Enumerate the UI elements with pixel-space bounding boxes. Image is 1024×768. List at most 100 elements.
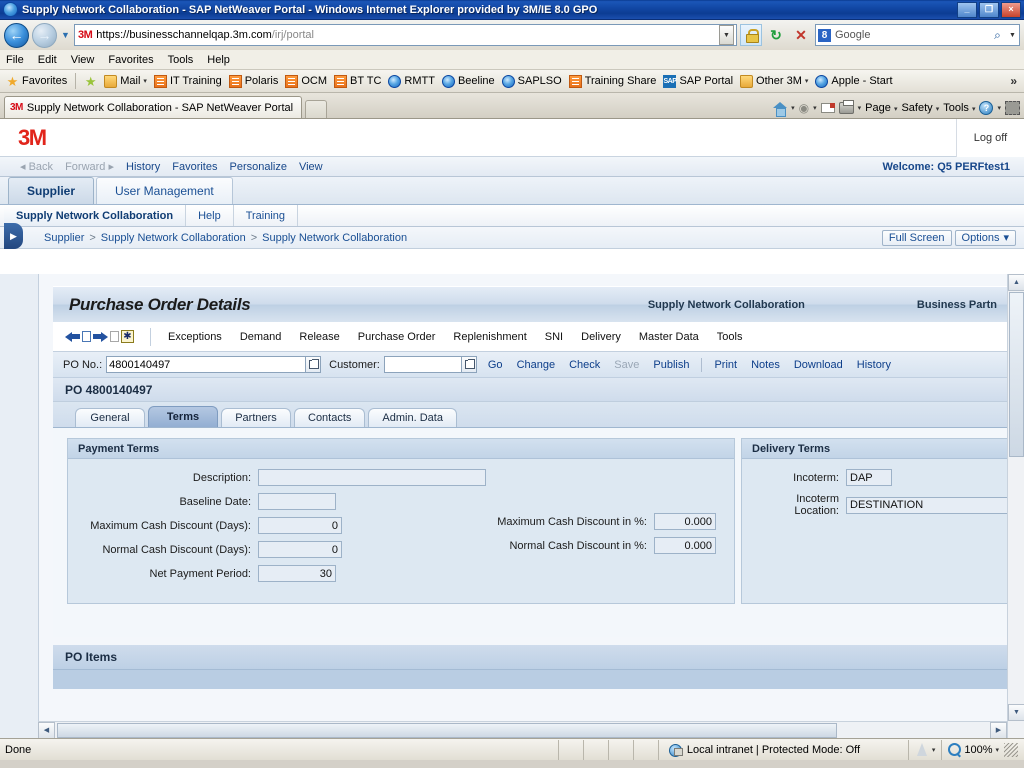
restore-button[interactable]: ❐ (979, 1, 999, 18)
field-value-baseline-date[interactable] (258, 493, 336, 510)
side-panel-toggle-icon[interactable]: ▶ (4, 223, 23, 249)
portal-link-personalize[interactable]: Personalize (229, 161, 286, 173)
print-icon[interactable] (838, 100, 854, 114)
search-input[interactable]: Google (835, 29, 988, 41)
po-action-check[interactable]: Check (562, 359, 607, 371)
po-action-go[interactable]: Go (481, 359, 510, 371)
tab-supplier[interactable]: Supplier (8, 177, 95, 204)
chevron-down-icon[interactable]: ▾ (143, 77, 147, 85)
add-to-favorites-bar-button[interactable]: ★ (82, 75, 99, 88)
home-icon[interactable] (773, 101, 788, 117)
favorite-item-training-share[interactable]: Training Share (567, 74, 659, 88)
url-dropdown-caret-icon[interactable]: ▼ (719, 25, 734, 45)
feeds-icon[interactable]: ◉ (799, 101, 809, 115)
scroll-down-button[interactable]: ▼ (1008, 704, 1024, 721)
favorite-item-ocm[interactable]: OCM (283, 74, 329, 88)
window-resize-grip[interactable] (1004, 742, 1018, 757)
command-safety[interactable]: Safety ▾ (901, 102, 939, 114)
portal-forward-button[interactable]: Forward ▸ (65, 160, 114, 173)
home-caret-icon[interactable]: ▾ (791, 104, 795, 112)
favorite-item-polaris[interactable]: Polaris (227, 74, 281, 88)
forward-button[interactable]: → (32, 22, 57, 48)
search-provider-caret-icon[interactable]: ▼ (1007, 32, 1018, 39)
portal-link-history[interactable]: History (126, 161, 160, 173)
browser-tab[interactable]: 3M Supply Network Collaboration - SAP Ne… (4, 96, 303, 118)
back-page-icon[interactable] (82, 331, 91, 342)
po-action-download[interactable]: Download (787, 359, 850, 371)
snc-menu-purchase-order[interactable]: Purchase Order (349, 331, 445, 343)
favorite-item-rmtt[interactable]: RMTT (386, 74, 437, 88)
new-window-icon[interactable]: ✱ (121, 330, 134, 343)
po-number-value-help-icon[interactable] (306, 356, 322, 373)
content-vertical-scrollbar[interactable]: ▲ ▼ (1007, 274, 1024, 738)
horizontal-scroll-track[interactable] (55, 722, 990, 738)
breadcrumb-item-snc[interactable]: Supply Network Collaboration (101, 232, 246, 244)
stop-button[interactable]: ✕ (790, 24, 812, 46)
menu-view[interactable]: View (71, 54, 95, 66)
breadcrumb-item-snc-2[interactable]: Supply Network Collaboration (262, 232, 407, 244)
favorite-item-beeline[interactable]: Beeline (440, 74, 497, 88)
tab-supply-network-collaboration[interactable]: Supply Network Collaboration (4, 205, 187, 226)
command-page[interactable]: Page ▾ (865, 102, 897, 114)
zoom-caret-icon[interactable]: ▾ (995, 746, 999, 754)
snc-menu-demand[interactable]: Demand (231, 331, 291, 343)
favorites-center-button[interactable]: ★ Favorites (4, 75, 69, 88)
full-screen-button[interactable]: Full Screen (881, 229, 952, 246)
menu-edit[interactable]: Edit (38, 54, 57, 66)
minimize-button[interactable]: _ (957, 1, 977, 18)
field-value-description[interactable] (258, 469, 486, 486)
tab-help[interactable]: Help (186, 205, 234, 226)
field-value-normal-cash-discount-in[interactable]: 0.000 (654, 537, 716, 554)
scroll-right-button[interactable]: ▶ (990, 721, 1007, 738)
snc-menu-master-data[interactable]: Master Data (630, 331, 708, 343)
refresh-button[interactable]: ↻ (765, 24, 787, 46)
command-tools[interactable]: Tools ▾ (943, 102, 975, 114)
field-value-normal-cash-discount-days[interactable]: 0 (258, 541, 342, 558)
snc-menu-release[interactable]: Release (290, 331, 348, 343)
new-tab-button[interactable] (305, 100, 328, 118)
field-value-incoterm-location[interactable]: DESTINATION (846, 496, 1007, 514)
search-box[interactable]: 8 Google ⌕ ▼ (815, 24, 1020, 46)
vertical-scroll-thumb[interactable] (1009, 292, 1024, 457)
security-zone[interactable]: Local intranet | Protected Mode: Off (657, 739, 908, 760)
snc-menu-exceptions[interactable]: Exceptions (159, 331, 231, 343)
back-arrow-icon[interactable] (65, 330, 80, 343)
chevron-down-icon[interactable]: ▾ (805, 77, 809, 85)
forward-page-icon[interactable] (110, 331, 119, 342)
favorites-overflow-icon[interactable]: » (1010, 74, 1020, 88)
portal-link-view[interactable]: View (299, 161, 323, 173)
evernote-clipper-icon[interactable] (1005, 101, 1020, 115)
field-value-incoterm[interactable]: DAP (846, 469, 892, 486)
breadcrumb-item-supplier[interactable]: Supplier (44, 232, 84, 244)
forward-arrow-icon[interactable] (93, 330, 108, 343)
help-icon[interactable]: ? (979, 101, 994, 115)
po-action-publish[interactable]: Publish (646, 359, 696, 371)
search-go-icon[interactable]: ⌕ (988, 28, 1007, 43)
scroll-left-button[interactable]: ◀ (38, 721, 55, 738)
portal-link-favorites[interactable]: Favorites (172, 161, 217, 173)
favorite-item-mail[interactable]: Mail ▾ (102, 74, 149, 88)
print-caret-icon[interactable]: ▾ (858, 104, 862, 112)
menu-file[interactable]: File (6, 54, 24, 66)
feeds-caret-icon[interactable]: ▾ (813, 104, 817, 112)
zoom-control[interactable]: 100% ▾ (941, 739, 1024, 760)
favorite-item-sap-portal[interactable]: SAP SAP Portal (661, 74, 735, 88)
log-off-button[interactable]: Log off (956, 119, 1024, 157)
snc-menu-tools[interactable]: Tools (708, 331, 752, 343)
customer-input[interactable] (383, 356, 462, 373)
content-horizontal-scrollbar[interactable]: ◀ ▶ (38, 721, 1007, 738)
snc-menu-replenishment[interactable]: Replenishment (444, 331, 535, 343)
tab-user-management[interactable]: User Management (96, 177, 233, 204)
po-action-notes[interactable]: Notes (744, 359, 787, 371)
field-value-maximum-cash-discount-days[interactable]: 0 (258, 517, 342, 534)
po-number-input[interactable]: 4800140497 (106, 356, 307, 373)
favorite-item-saplso[interactable]: SAPLSO (500, 74, 564, 88)
favorite-item-it-training[interactable]: IT Training (152, 74, 224, 88)
recent-pages-caret-icon[interactable]: ▼ (60, 30, 71, 40)
favorite-item-bt-tc[interactable]: BT TC (332, 74, 383, 88)
back-button[interactable]: ← (4, 22, 29, 48)
detail-tab-admin-data[interactable]: Admin. Data (368, 408, 457, 427)
scroll-up-button[interactable]: ▲ (1008, 274, 1024, 291)
menu-help[interactable]: Help (207, 54, 230, 66)
protected-mode-cell[interactable]: ▾ (907, 739, 942, 760)
